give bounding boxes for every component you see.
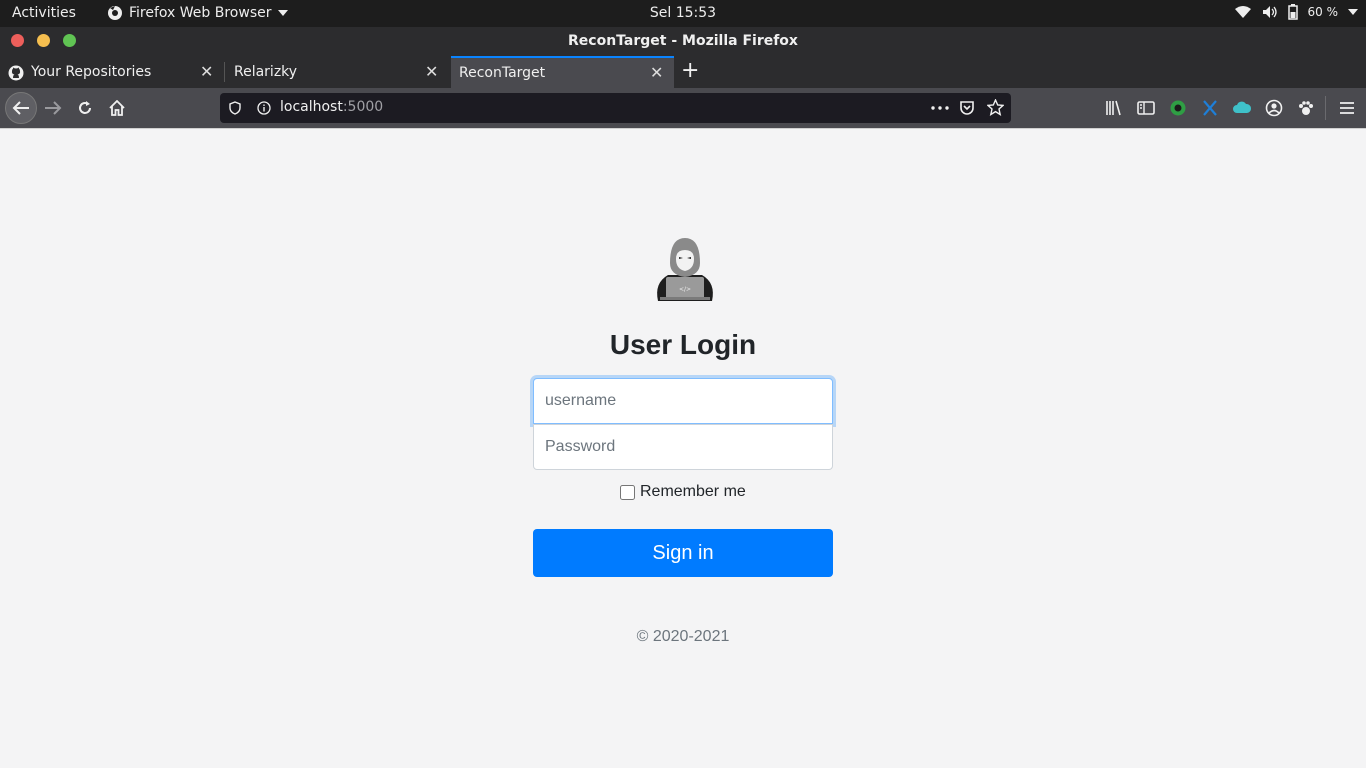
arrow-right-icon — [45, 101, 62, 115]
forward-button[interactable] — [39, 94, 67, 122]
more-actions-icon[interactable] — [931, 106, 949, 110]
hamburger-menu-icon[interactable] — [1337, 98, 1357, 118]
reload-button[interactable] — [71, 94, 99, 122]
close-icon[interactable]: ✕ — [650, 63, 663, 82]
bookmark-star-icon[interactable] — [987, 99, 1004, 116]
url-text: localhost:5000 — [280, 99, 383, 115]
remember-me-label: Remember me — [640, 483, 746, 500]
library-icon[interactable] — [1104, 98, 1124, 118]
system-tray[interactable]: 60 % — [1234, 4, 1358, 20]
extension-green-icon[interactable] — [1168, 98, 1188, 118]
extension-paw-icon[interactable] — [1296, 98, 1316, 118]
extension-x-icon[interactable] — [1200, 98, 1220, 118]
tab-your-repositories[interactable]: Your Repositories ✕ — [0, 56, 225, 88]
tab-label: Relarizky — [234, 64, 298, 80]
cloud-icon[interactable] — [1232, 98, 1252, 118]
reload-icon — [79, 101, 91, 114]
window-title: ReconTarget - Mozilla Firefox — [568, 33, 798, 49]
url-port: :5000 — [342, 99, 384, 115]
navigation-toolbar: localhost:5000 — [0, 88, 1366, 128]
remember-me-checkbox[interactable] — [620, 484, 635, 500]
svg-text:</>: </> — [679, 286, 691, 293]
window-title-bar: ReconTarget - Mozilla Firefox — [0, 27, 1366, 55]
toolbar-divider — [1325, 96, 1326, 120]
account-icon[interactable] — [1264, 98, 1284, 118]
new-tab-button[interactable]: + — [681, 58, 699, 83]
arrow-left-icon — [12, 101, 29, 115]
wifi-icon — [1234, 6, 1251, 18]
username-input[interactable] — [533, 378, 833, 424]
url-host: localhost — [280, 99, 343, 115]
home-icon — [109, 100, 125, 116]
password-input[interactable] — [533, 424, 833, 470]
page-title: User Login — [609, 329, 757, 360]
shield-icon — [229, 101, 241, 115]
chevron-down-icon — [1348, 9, 1358, 15]
remember-me[interactable]: Remember me — [620, 483, 746, 501]
github-icon — [8, 65, 24, 81]
battery-icon — [1287, 4, 1298, 20]
page-content: </> User Login Remember me Sign in © 202… — [0, 128, 1366, 768]
info-icon — [257, 101, 271, 115]
clock[interactable]: Sel 15:53 — [0, 5, 1366, 21]
home-button[interactable] — [103, 94, 131, 122]
sign-in-button[interactable]: Sign in — [533, 529, 833, 577]
back-button[interactable] — [5, 92, 37, 124]
tab-recontarget[interactable]: ReconTarget ✕ — [451, 56, 674, 88]
tab-label: Your Repositories — [31, 64, 152, 80]
close-icon[interactable]: ✕ — [200, 62, 213, 81]
volume-icon — [1262, 6, 1277, 18]
pocket-icon[interactable] — [959, 100, 975, 116]
copyright-text: © 2020-2021 — [636, 628, 730, 645]
tab-relarizky[interactable]: Relarizky ✕ — [225, 56, 450, 88]
hacker-logo: </> — [657, 238, 713, 301]
system-top-bar: Activities Firefox Web Browser Sel 15:53… — [0, 0, 1366, 27]
battery-percentage: 60 % — [1307, 5, 1339, 19]
close-icon[interactable]: ✕ — [425, 62, 438, 81]
sidebar-icon[interactable] — [1136, 98, 1156, 118]
tab-label: ReconTarget — [459, 65, 546, 81]
url-bar[interactable]: localhost:5000 — [220, 93, 1011, 123]
